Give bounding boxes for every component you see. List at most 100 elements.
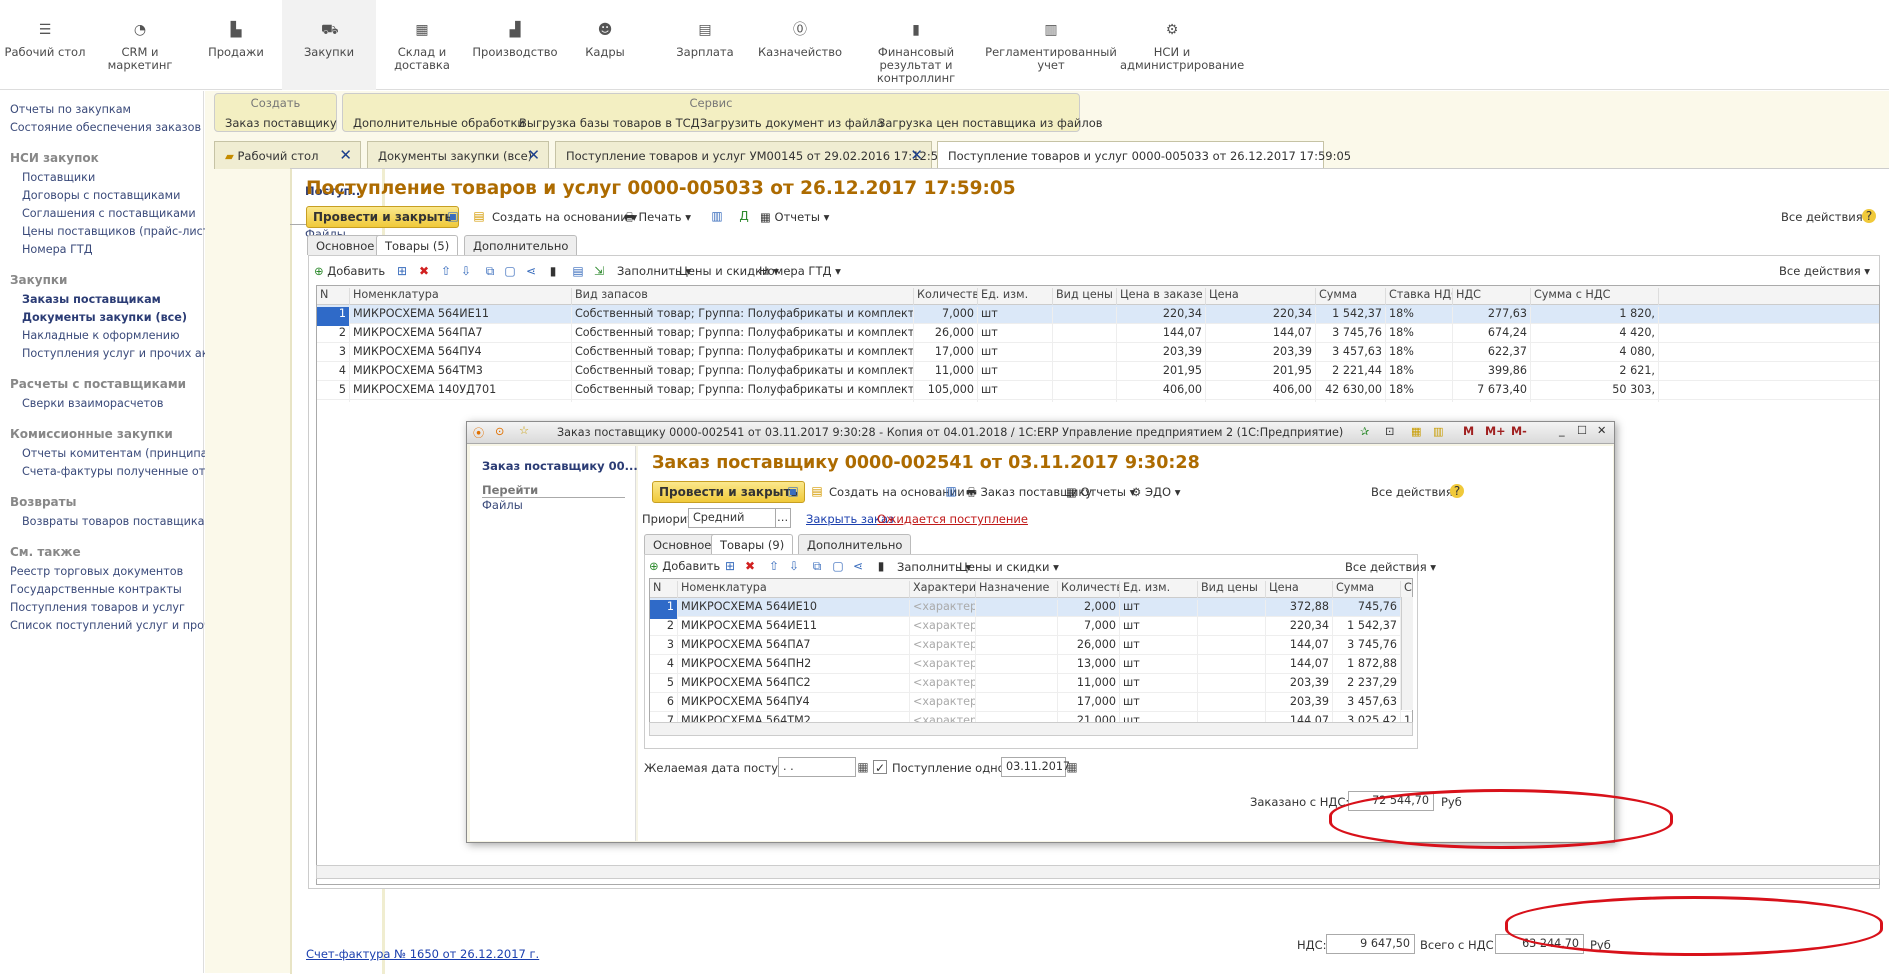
paste-icon[interactable]: ▢	[503, 264, 517, 278]
nsi-item[interactable]: Соглашения с поставщиками	[22, 207, 196, 220]
nsi-item[interactable]: Договоры с поставщиками	[22, 189, 180, 202]
move-up-icon[interactable]: ⇧	[767, 559, 781, 573]
add-row-button[interactable]: ⊕ Добавить	[314, 264, 385, 278]
horizontal-scrollbar[interactable]	[649, 722, 1413, 736]
order-goods-table[interactable]: NНоменклатураХарактерис...НазначениеКоли…	[649, 578, 1413, 723]
delete-icon[interactable]: ✖	[743, 559, 757, 573]
service-export-tsd[interactable]: Выгрузка базы товаров в ТСД	[519, 116, 700, 130]
order-add-row-button[interactable]: ⊕ Добавить	[649, 559, 720, 573]
calculator-icon[interactable]: ▦	[1411, 425, 1422, 438]
close-icon[interactable]: ✕	[910, 146, 923, 164]
table-row[interactable]: 5 МИКРОСХЕМА 140УД701 Собственный товар; Г…	[317, 381, 1879, 402]
horizontal-scrollbar[interactable]	[316, 865, 1880, 879]
vat-field[interactable]: 9 647,50	[1326, 934, 1415, 954]
move-down-icon[interactable]: ⇩	[787, 559, 801, 573]
structure-icon[interactable]: ▥	[710, 209, 724, 223]
purchases-item[interactable]: Документы закупки (все)	[22, 311, 187, 324]
barcode-icon[interactable]: ▮	[874, 559, 888, 573]
order-tab-additional[interactable]: Дополнительно	[798, 534, 912, 554]
doc-tab-goods[interactable]: Товары (5)	[376, 235, 459, 255]
save-icon[interactable]: ▣	[446, 209, 460, 223]
settlements-item[interactable]: Сверки взаиморасчетов	[22, 397, 163, 410]
section-12[interactable]: ⚙ НСИ и администрирование	[1120, 0, 1244, 90]
copy-icon[interactable]: ⧉	[483, 264, 497, 278]
order-tab-main[interactable]: Основное	[644, 534, 721, 554]
bookmark-icon[interactable]: ✰	[1360, 425, 1369, 438]
help-icon[interactable]: ?	[1450, 484, 1464, 498]
copy-icon[interactable]: ⧉	[810, 559, 824, 573]
memory-minus-button[interactable]: M-	[1511, 425, 1527, 438]
order-all-actions-button[interactable]: Все действия ▾	[1371, 485, 1462, 499]
desired-date-field[interactable]: . .	[778, 757, 856, 777]
move-down-icon[interactable]: ⇩	[459, 264, 473, 278]
favorite-star-icon[interactable]: ☆	[519, 424, 529, 437]
order-prices-button[interactable]: Цены и скидки ▾	[959, 560, 1059, 574]
link-purchase-reports[interactable]: Отчеты по закупкам	[10, 103, 131, 116]
service-load-document[interactable]: Загрузить документ из файла	[700, 116, 884, 130]
save-icon[interactable]: ▣	[786, 484, 800, 498]
section-6[interactable]: ▟ Производство	[470, 0, 560, 90]
close-icon[interactable]: ✕	[527, 146, 540, 164]
nsi-item[interactable]: Цены поставщиков (прайс-лист...	[22, 225, 220, 238]
section-7[interactable]: ☻ Кадры	[560, 0, 650, 90]
all-actions-button[interactable]: Все действия ▾	[1781, 210, 1872, 224]
see-also-item[interactable]: Поступления товаров и услуг	[10, 601, 185, 614]
section-4[interactable]: ⛟ Закупки	[282, 0, 376, 90]
barcode-icon[interactable]: ▮	[546, 264, 560, 278]
section-2[interactable]: ◔ CRM и маркетинг	[100, 0, 180, 90]
tab-receipt-um00145[interactable]: Поступление товаров и услуг УМ00145 от 2…	[555, 141, 945, 169]
commission-item[interactable]: Отчеты комитентам (принципа...	[22, 447, 218, 460]
doc-tab-main[interactable]: Основное	[307, 235, 384, 255]
create-order-link[interactable]: Заказ поставщику	[225, 116, 337, 130]
vertical-scrollbar[interactable]	[1401, 597, 1413, 710]
section-9[interactable]: ⓪ Казначейство	[755, 0, 845, 90]
section-11[interactable]: ▥ Регламентированный учет	[982, 0, 1120, 90]
table-row[interactable]: 3 МИКРОСХЕМА 564ПУ4 Собственный товар; Гру…	[317, 343, 1879, 364]
maximize-icon[interactable]: ☐	[1577, 424, 1587, 437]
post-and-close-button[interactable]: Провести и закрыть	[306, 206, 460, 228]
nsi-item[interactable]: Поставщики	[22, 171, 95, 184]
link-icon[interactable]: ⊡	[1385, 425, 1394, 438]
nsi-item[interactable]: Номера ГТД	[22, 243, 93, 256]
tab-purchase-docs[interactable]: Документы закупки (все) ✕	[367, 141, 549, 169]
memory-button[interactable]: M	[1463, 425, 1474, 438]
fill-by-order-icon[interactable]: ⇲	[592, 264, 606, 278]
new-document-icon[interactable]: ▤	[810, 484, 824, 498]
section-5[interactable]: ▦ Склад и доставка	[382, 0, 462, 90]
table-row[interactable]: 6МИКРОСХЕМА 564ПУ4<характери...17,000шт2…	[650, 693, 1412, 714]
order-nav-files[interactable]: Файлы	[482, 498, 523, 512]
order-tab-goods[interactable]: Товары (9)	[711, 534, 794, 554]
share-icon[interactable]: ⋖	[524, 264, 538, 278]
table-row[interactable]: 4 МИКРОСХЕМА 564ТМ3 Собственный товар; Гру…	[317, 362, 1879, 383]
app-logo-icon[interactable]: ⦿	[473, 425, 484, 441]
calendar-icon[interactable]: ▦	[856, 760, 870, 774]
paste-icon[interactable]: ▢	[831, 559, 845, 573]
table-row[interactable]: 2МИКРОСХЕМА 564ИЕ11<характери...7,000шт2…	[650, 617, 1412, 638]
section-10[interactable]: ▮ Финансовый результат и контроллинг	[852, 0, 980, 90]
table-row[interactable]: 1 МИКРОСХЕМА 564ИЕ11 Собственный товар; Гр…	[317, 305, 1879, 326]
purchases-item[interactable]: Поступления услуг и прочих ак...	[22, 347, 219, 360]
order-status-link[interactable]: Ожидается поступление	[877, 512, 1028, 526]
menu-icon[interactable]: ⊙	[495, 425, 504, 438]
structure-icon[interactable]: ▥	[944, 484, 958, 498]
see-also-item[interactable]: Реестр торговых документов	[10, 565, 183, 578]
help-icon[interactable]: ?	[1862, 209, 1876, 223]
invoice-link[interactable]: Счет-фактура № 1650 от 26.12.2017 г.	[306, 947, 539, 961]
priority-field[interactable]: Средний	[688, 508, 778, 528]
commission-item[interactable]: Счета-фактуры полученные от ...	[22, 465, 219, 478]
see-also-item[interactable]: Государственные контракты	[10, 583, 182, 596]
close-icon[interactable]: ✕	[339, 146, 352, 164]
see-also-item[interactable]: Список поступлений услуг и проч...	[10, 619, 221, 632]
create-based-button[interactable]: Создать на основании ▾	[492, 210, 637, 224]
purchases-item[interactable]: Накладные к оформлению	[22, 329, 180, 342]
order-reports-button[interactable]: ▦ Отчеты ▾	[1066, 485, 1135, 499]
gtd-numbers-button[interactable]: Номера ГТД ▾	[759, 264, 841, 278]
priority-select-button[interactable]: …	[775, 508, 791, 528]
returns-item[interactable]: Возвраты товаров поставщикам	[22, 515, 213, 528]
close-icon[interactable]: ✕	[1597, 424, 1606, 437]
tab-desktop[interactable]: ▰ Рабочий стол ✕	[214, 141, 361, 169]
new-document-icon[interactable]: ▤	[472, 209, 486, 223]
memory-plus-button[interactable]: M+	[1485, 425, 1506, 438]
grid-all-actions-button[interactable]: Все действия ▾	[1779, 264, 1870, 278]
purchases-item[interactable]: Заказы поставщикам	[22, 293, 161, 306]
